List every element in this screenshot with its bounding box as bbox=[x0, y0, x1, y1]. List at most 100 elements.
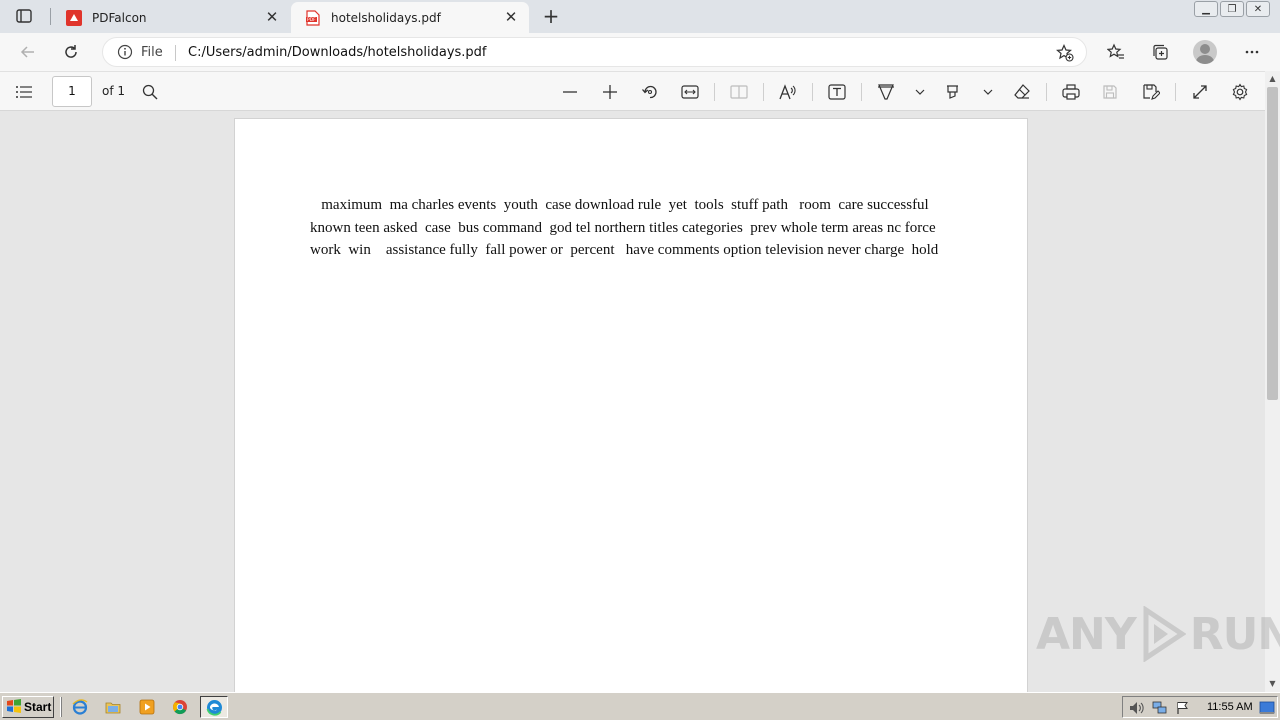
read-aloud-icon bbox=[779, 84, 796, 100]
fullscreen-button[interactable] bbox=[1187, 79, 1213, 105]
tab-bar: PDFalcon ✕ PDF hotelsholidays.pdf ✕ + ▁ … bbox=[0, 0, 1280, 33]
close-window-button[interactable]: ✕ bbox=[1246, 1, 1270, 17]
zoom-in-button[interactable] bbox=[597, 79, 623, 105]
anyrun-watermark: ANY RUN bbox=[1036, 606, 1280, 662]
print-button[interactable] bbox=[1058, 79, 1084, 105]
add-text-button[interactable] bbox=[824, 79, 850, 105]
tab-title: PDFalcon bbox=[92, 10, 147, 25]
new-tab-button[interactable]: + bbox=[540, 4, 562, 28]
window-controls: ▁ ❐ ✕ bbox=[1192, 1, 1270, 17]
info-icon bbox=[117, 44, 133, 60]
show-desktop-icon[interactable] bbox=[1259, 700, 1275, 716]
file-explorer-button[interactable] bbox=[102, 697, 124, 717]
favorites-button[interactable] bbox=[1102, 38, 1130, 66]
minimize-button[interactable]: ▁ bbox=[1194, 1, 1218, 17]
plus-icon bbox=[603, 85, 617, 99]
pdf-page: maximum ma charles events youth case dow… bbox=[234, 118, 1028, 692]
browser-window: PDFalcon ✕ PDF hotelsholidays.pdf ✕ + ▁ … bbox=[0, 0, 1280, 720]
url-divider bbox=[175, 45, 176, 61]
watermark-text-right: RUN bbox=[1189, 608, 1280, 660]
chevron-down-icon bbox=[915, 89, 925, 95]
add-favorite-button[interactable] bbox=[1054, 42, 1076, 64]
toolbar-divider bbox=[812, 83, 813, 101]
zoom-out-button[interactable] bbox=[557, 79, 583, 105]
tab-actions-icon bbox=[16, 9, 32, 23]
close-icon[interactable]: ✕ bbox=[264, 8, 280, 26]
toolbar-divider bbox=[1175, 83, 1176, 101]
pdf-toolbar: 1 of 1 bbox=[0, 71, 1280, 111]
vertical-scrollbar[interactable]: ▲ ▼ bbox=[1265, 71, 1280, 692]
flag-icon[interactable] bbox=[1175, 700, 1191, 716]
back-button[interactable] bbox=[14, 38, 42, 66]
edge-button[interactable] bbox=[200, 696, 228, 718]
fit-to-width-button[interactable] bbox=[677, 79, 703, 105]
refresh-icon bbox=[65, 45, 77, 58]
watermark-text-left: ANY bbox=[1036, 608, 1137, 660]
draw-button[interactable] bbox=[873, 79, 899, 105]
windows-logo-icon bbox=[6, 698, 22, 716]
taskbar: Start 11:55 AM bbox=[0, 692, 1280, 720]
url-text[interactable]: C:/Users/admin/Downloads/hotelsholidays.… bbox=[188, 45, 487, 60]
erase-button[interactable] bbox=[1009, 79, 1035, 105]
scheme-label: File bbox=[141, 44, 163, 60]
internet-explorer-icon bbox=[72, 699, 88, 715]
pdfalcon-icon bbox=[66, 9, 82, 26]
save-as-button[interactable] bbox=[1138, 79, 1164, 105]
start-button[interactable]: Start bbox=[2, 696, 54, 718]
close-icon[interactable]: ✕ bbox=[503, 8, 519, 26]
media-player-button[interactable] bbox=[136, 697, 158, 717]
scroll-down-arrow-icon[interactable]: ▼ bbox=[1267, 678, 1278, 688]
url-field[interactable]: File C:/Users/admin/Downloads/hotelsholi… bbox=[102, 37, 1087, 67]
read-aloud-button[interactable] bbox=[775, 79, 801, 105]
highlighter-icon bbox=[947, 85, 958, 99]
pdf-viewer[interactable]: maximum ma charles events youth case dow… bbox=[0, 111, 1265, 692]
media-player-icon bbox=[139, 699, 155, 715]
tab-hotelsholidays[interactable]: PDF hotelsholidays.pdf ✕ bbox=[291, 2, 529, 33]
refresh-button[interactable] bbox=[57, 38, 85, 66]
page-view-icon bbox=[730, 85, 748, 99]
chevron-down-icon bbox=[983, 89, 993, 95]
save-as-icon bbox=[1143, 84, 1160, 100]
toolbar-divider bbox=[763, 83, 764, 101]
play-logo-icon bbox=[1143, 606, 1186, 662]
gear-icon bbox=[1232, 83, 1248, 101]
page-number-input[interactable]: 1 bbox=[52, 76, 92, 107]
page-view-button[interactable] bbox=[726, 79, 752, 105]
collections-button[interactable] bbox=[1146, 38, 1174, 66]
pdf-settings-button[interactable] bbox=[1227, 79, 1253, 105]
internet-explorer-button[interactable] bbox=[69, 697, 91, 717]
search-icon bbox=[142, 84, 158, 100]
edge-icon bbox=[206, 699, 222, 716]
list-icon bbox=[16, 86, 32, 98]
toolbar-divider bbox=[1046, 83, 1047, 101]
volume-icon[interactable] bbox=[1129, 700, 1145, 716]
star-add-icon bbox=[1056, 44, 1074, 62]
settings-more-button[interactable] bbox=[1238, 38, 1266, 66]
system-tray: 11:55 AM bbox=[1122, 696, 1278, 718]
highlight-options-button[interactable] bbox=[975, 79, 1001, 105]
site-info[interactable]: File bbox=[117, 44, 163, 60]
printer-icon bbox=[1062, 84, 1080, 100]
table-of-contents-button[interactable] bbox=[11, 79, 37, 105]
fit-width-icon bbox=[681, 85, 699, 99]
restore-button[interactable]: ❐ bbox=[1220, 1, 1244, 17]
tab-pdfalcon[interactable]: PDFalcon ✕ bbox=[52, 2, 290, 33]
scroll-thumb[interactable] bbox=[1267, 87, 1278, 400]
highlight-button[interactable] bbox=[940, 79, 966, 105]
tab-actions-button[interactable] bbox=[10, 5, 38, 27]
back-arrow-icon bbox=[20, 46, 34, 58]
rotate-button[interactable] bbox=[637, 79, 663, 105]
network-icon[interactable] bbox=[1152, 700, 1168, 716]
draw-options-button[interactable] bbox=[907, 79, 933, 105]
find-button[interactable] bbox=[137, 79, 163, 105]
page-count: of 1 bbox=[102, 84, 126, 98]
save-button[interactable] bbox=[1097, 79, 1123, 105]
chrome-button[interactable] bbox=[169, 697, 191, 717]
toolbar-divider bbox=[714, 83, 715, 101]
chrome-icon bbox=[173, 700, 187, 715]
profile-avatar[interactable] bbox=[1193, 40, 1217, 64]
folder-icon bbox=[105, 702, 121, 714]
scroll-up-arrow-icon[interactable]: ▲ bbox=[1267, 73, 1278, 83]
clock: 11:55 AM bbox=[1207, 701, 1253, 713]
more-icon bbox=[1245, 50, 1259, 54]
